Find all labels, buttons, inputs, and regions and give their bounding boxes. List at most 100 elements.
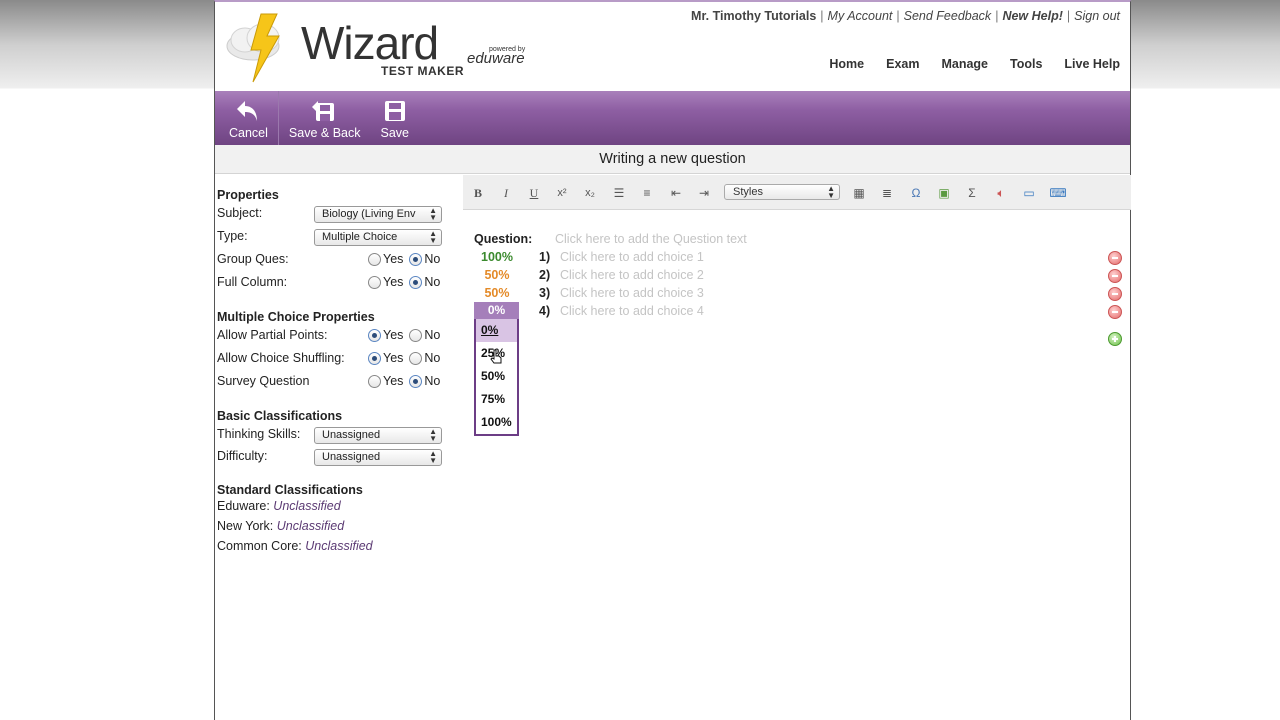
survey-question-label: Survey Question bbox=[217, 374, 310, 388]
choice-percent[interactable]: 100% bbox=[479, 250, 515, 264]
hand-cursor-icon bbox=[490, 349, 502, 364]
classification-value-link[interactable]: Unclassified bbox=[305, 539, 372, 553]
classification-eduware: Eduware: Unclassified bbox=[217, 498, 457, 518]
justify-icon[interactable]: ≣ bbox=[877, 184, 897, 202]
survey-yes-radio[interactable]: Yes bbox=[368, 373, 403, 390]
cancel-label: Cancel bbox=[229, 126, 268, 140]
floppy-disk-icon bbox=[384, 101, 405, 121]
remove-choice-icon[interactable] bbox=[1108, 269, 1122, 283]
choice-percent[interactable]: 50% bbox=[479, 286, 515, 300]
send-feedback-link[interactable]: Send Feedback bbox=[904, 9, 992, 23]
keyboard-icon[interactable]: ⌨ bbox=[1048, 184, 1068, 202]
user-name-link[interactable]: Mr. Timothy Tutorials bbox=[691, 9, 816, 23]
question-text-field[interactable]: Click here to add the Question text bbox=[555, 232, 747, 246]
classification-value-link[interactable]: Unclassified bbox=[273, 499, 340, 513]
choice-row: 50% 2) Click here to add choice 2 bbox=[474, 268, 1130, 286]
no-label: No bbox=[424, 374, 441, 388]
styles-select[interactable]: Styles ▲ ▼ bbox=[724, 184, 840, 200]
thinking-skills-select[interactable]: Unassigned ▲ ▼ bbox=[314, 427, 442, 444]
choice-text-field[interactable]: Click here to add choice 3 bbox=[560, 286, 704, 300]
choice-text-field[interactable]: Click here to add choice 1 bbox=[560, 250, 704, 264]
nav-home[interactable]: Home bbox=[829, 57, 864, 71]
difficulty-value: Unassigned bbox=[322, 451, 381, 463]
special-character-icon[interactable]: Ω bbox=[906, 184, 926, 202]
editor-toolbar: B I U x² x₂ ☰ ≡ ⇤ ⇥ Styles ▲ ▼ ▦ ≣ Ω ▣ Σ … bbox=[463, 175, 1131, 210]
thinking-skills-label: Thinking Skills: bbox=[217, 427, 301, 441]
unordered-list-icon[interactable]: ≡ bbox=[637, 184, 657, 202]
powered-by-text: powered by bbox=[489, 46, 526, 53]
no-label: No bbox=[424, 328, 441, 342]
choice-percent[interactable]: 50% bbox=[479, 268, 515, 282]
remove-choice-icon[interactable] bbox=[1108, 305, 1122, 319]
save-back-button[interactable]: Save & Back bbox=[279, 91, 371, 145]
choice-text-field[interactable]: Click here to add choice 4 bbox=[560, 304, 704, 318]
nav-live-help[interactable]: Live Help bbox=[1064, 57, 1120, 71]
sign-out-link[interactable]: Sign out bbox=[1074, 9, 1120, 23]
action-toolbar: Cancel Save & Back Save bbox=[215, 91, 1130, 145]
app-window: Wizard TEST MAKER powered by eduware Mr.… bbox=[214, 0, 1131, 720]
full-column-no-radio[interactable]: No bbox=[409, 274, 440, 291]
no-label: No bbox=[424, 275, 441, 289]
new-help-link[interactable]: New Help! bbox=[1002, 9, 1062, 23]
properties-title: Properties bbox=[217, 188, 279, 202]
audio-icon[interactable]: 🔈︎ bbox=[991, 184, 1011, 202]
partial-points-yes-radio[interactable]: Yes bbox=[368, 327, 403, 344]
save-button[interactable]: Save bbox=[371, 91, 420, 145]
properties-panel: Properties Subject: Biology (Living Env … bbox=[217, 188, 457, 558]
percent-option[interactable]: 100% bbox=[476, 411, 517, 434]
yes-label: Yes bbox=[383, 374, 404, 388]
percent-option[interactable]: 0% bbox=[476, 319, 517, 342]
subject-select[interactable]: Biology (Living Env ▲ ▼ bbox=[314, 206, 442, 223]
classification-common-core: Common Core: Unclassified bbox=[217, 538, 457, 558]
styles-value: Styles bbox=[733, 186, 763, 198]
underline-button[interactable]: U bbox=[524, 184, 544, 202]
choice-number: 1) bbox=[539, 250, 551, 264]
save-back-icon bbox=[311, 101, 334, 121]
indent-icon[interactable]: ⇥ bbox=[694, 184, 714, 202]
classification-value-link[interactable]: Unclassified bbox=[277, 519, 344, 533]
remove-choice-icon[interactable] bbox=[1108, 251, 1122, 265]
choice-row: 100% 1) Click here to add choice 1 bbox=[474, 250, 1130, 268]
classification-label: Common Core: bbox=[217, 539, 302, 553]
group-ques-no-radio[interactable]: No bbox=[409, 251, 440, 268]
ordered-list-icon[interactable]: ☰ bbox=[609, 184, 629, 202]
partial-points-label: Allow Partial Points: bbox=[217, 328, 328, 342]
yes-label: Yes bbox=[383, 275, 404, 289]
difficulty-select[interactable]: Unassigned ▲ ▼ bbox=[314, 449, 442, 466]
my-account-link[interactable]: My Account bbox=[828, 9, 893, 23]
type-value: Multiple Choice bbox=[322, 231, 398, 243]
choice-percent-select[interactable]: 0% bbox=[474, 302, 519, 319]
choice-shuffling-yes-radio[interactable]: Yes bbox=[368, 350, 403, 367]
image-icon[interactable]: ▣ bbox=[934, 184, 954, 202]
bold-button[interactable]: B bbox=[468, 184, 488, 202]
superscript-icon[interactable]: x² bbox=[552, 184, 572, 202]
full-column-yes-radio[interactable]: Yes bbox=[368, 274, 403, 291]
choice-shuffling-no-radio[interactable]: No bbox=[409, 350, 440, 367]
cancel-button[interactable]: Cancel bbox=[219, 91, 279, 145]
choice-text-field[interactable]: Click here to add choice 2 bbox=[560, 268, 704, 282]
nav-manage[interactable]: Manage bbox=[941, 57, 988, 71]
type-select[interactable]: Multiple Choice ▲ ▼ bbox=[314, 229, 442, 246]
subject-label: Subject: bbox=[217, 206, 263, 220]
save-back-label: Save & Back bbox=[288, 126, 361, 140]
survey-no-radio[interactable]: No bbox=[409, 373, 440, 390]
percent-option[interactable]: 75% bbox=[476, 388, 517, 411]
choice-number: 2) bbox=[539, 268, 551, 282]
add-choice-icon[interactable] bbox=[1108, 332, 1122, 346]
undo-arrow-icon bbox=[237, 101, 258, 121]
mc-properties-title: Multiple Choice Properties bbox=[217, 310, 375, 324]
partial-points-no-radio[interactable]: No bbox=[409, 327, 440, 344]
subscript-icon[interactable]: x₂ bbox=[580, 184, 600, 202]
video-icon[interactable]: ▭ bbox=[1019, 184, 1039, 202]
table-icon[interactable]: ▦ bbox=[849, 184, 869, 202]
italic-button[interactable]: I bbox=[496, 184, 516, 202]
top-links: Mr. Timothy Tutorials | My Account | Send Fe… bbox=[691, 9, 1120, 23]
outdent-icon[interactable]: ⇤ bbox=[666, 184, 686, 202]
percent-option[interactable]: 50% bbox=[476, 365, 517, 388]
remove-choice-icon[interactable] bbox=[1108, 287, 1122, 301]
nav-tools[interactable]: Tools bbox=[1010, 57, 1042, 71]
wizard-logo[interactable]: Wizard TEST MAKER powered by eduware bbox=[223, 6, 543, 88]
nav-exam[interactable]: Exam bbox=[886, 57, 919, 71]
group-ques-yes-radio[interactable]: Yes bbox=[368, 251, 403, 268]
equation-icon[interactable]: Σ bbox=[962, 184, 982, 202]
